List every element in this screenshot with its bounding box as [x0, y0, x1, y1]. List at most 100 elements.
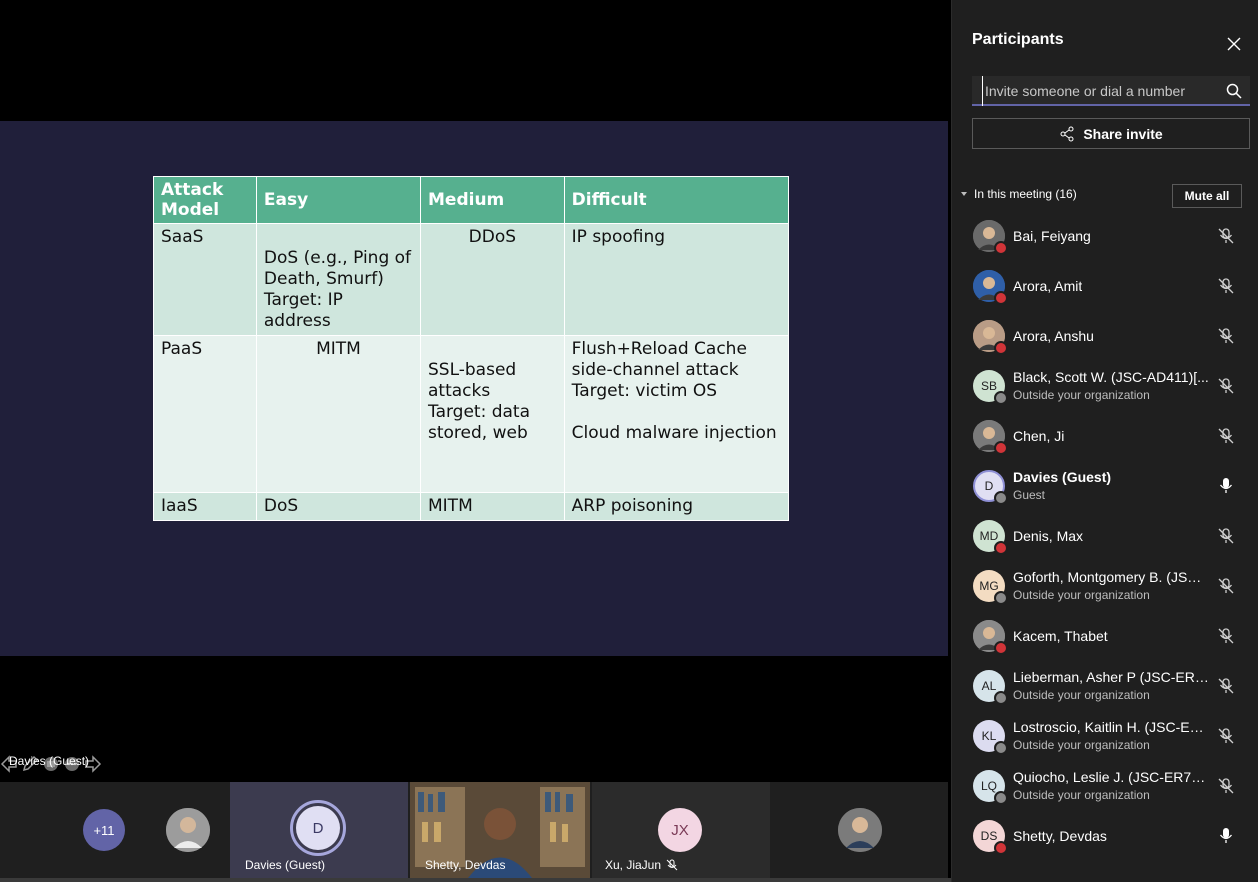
presenter-label: Davies (Guest): [9, 754, 90, 768]
participant-row[interactable]: DS Shetty, Devdas: [952, 811, 1258, 861]
person-photo-icon: [166, 808, 210, 852]
invite-input[interactable]: [982, 76, 1217, 106]
presentation-slide: Attack Model Easy Medium Difficult SaaS …: [0, 121, 948, 773]
presence-status-icon: [994, 591, 1008, 605]
table-cell: IP spoofing: [563, 223, 790, 336]
table-cell: SSL-based attacks Target: data stored, w…: [420, 335, 565, 493]
table-cell: DDoS: [420, 223, 565, 336]
table-row-saas: SaaS DoS (e.g., Ping of Death, Smurf) Ta…: [153, 223, 790, 336]
avatar: JX: [658, 808, 702, 852]
avatar: D: [296, 806, 340, 850]
mic-off-icon[interactable]: [1217, 727, 1235, 745]
participant-name: Arora, Amit: [1013, 278, 1083, 294]
video-tile-davies[interactable]: D Davies (Guest): [230, 782, 408, 878]
presence-status-icon: [994, 491, 1008, 505]
presence-status-icon: [994, 391, 1008, 405]
participant-row[interactable]: SB Black, Scott W. (JSC-AD411)[... Outside…: [952, 361, 1258, 411]
participant-name: Bai, Feiyang: [1013, 228, 1091, 244]
panel-title: Participants: [972, 31, 1064, 48]
table-cell: IaaS: [153, 492, 257, 521]
participant-subtitle: Guest: [1013, 488, 1046, 502]
section-label: In this meeting (16): [974, 187, 1077, 201]
participant-name: Chen, Ji: [1013, 428, 1065, 444]
header-medium: Medium: [420, 176, 565, 224]
in-meeting-section-toggle[interactable]: In this meeting (16): [960, 187, 1077, 201]
mic-off-icon[interactable]: [1217, 677, 1235, 695]
tile-name: Davies (Guest): [245, 858, 326, 872]
table-cell: DoS: [255, 492, 422, 521]
header-easy: Easy: [255, 176, 422, 224]
presence-status-icon: [994, 441, 1008, 455]
participant-avatar[interactable]: [166, 808, 210, 852]
presence-status-icon: [994, 341, 1008, 355]
participants-panel: Participants Share invite In this meetin…: [951, 0, 1258, 882]
participant-row[interactable]: MD Denis, Max: [952, 511, 1258, 561]
chevron-down-icon: [961, 192, 967, 196]
mic-off-icon[interactable]: [1217, 777, 1235, 795]
presence-status-icon: [994, 641, 1008, 655]
participant-row[interactable]: KL Lostroscio, Kaitlin H. (JSC-ER7... Outs…: [952, 711, 1258, 761]
mic-off-icon[interactable]: [1217, 227, 1235, 245]
participant-row[interactable]: Arora, Amit: [952, 261, 1258, 311]
attack-model-table: Attack Model Easy Medium Difficult SaaS …: [153, 176, 790, 521]
participant-subtitle: Outside your organization: [1013, 688, 1150, 702]
mic-off-icon[interactable]: [1217, 377, 1235, 395]
participant-row[interactable]: LQ Quiocho, Leslie J. (JSC-ER711) Outside …: [952, 761, 1258, 811]
share-invite-button[interactable]: Share invite: [972, 118, 1250, 149]
presence-status-icon: [994, 241, 1008, 255]
participant-row[interactable]: AL Lieberman, Asher P (JSC-ER51... Outside…: [952, 661, 1258, 711]
participant-row[interactable]: Bai, Feiyang: [952, 211, 1258, 261]
participant-row[interactable]: Chen, Ji: [952, 411, 1258, 461]
presence-status-icon: [994, 541, 1008, 555]
active-speaker-ring: D: [290, 800, 346, 856]
shared-content-stage: Attack Model Easy Medium Difficult SaaS …: [0, 0, 948, 780]
table-cell: Flush+Reload Cache side-channel attack T…: [563, 335, 790, 493]
mute-all-button[interactable]: Mute all: [1172, 184, 1242, 208]
mic-off-icon[interactable]: [1217, 427, 1235, 445]
table-header-row: Attack Model Easy Medium Difficult: [153, 176, 790, 224]
video-tile-xu[interactable]: JX Xu, JiaJun: [592, 782, 770, 878]
mic-on-icon[interactable]: [1217, 477, 1235, 495]
mic-off-icon: [666, 859, 678, 871]
presence-status-icon: [994, 791, 1008, 805]
close-icon[interactable]: [1226, 36, 1242, 52]
presence-status-icon: [994, 691, 1008, 705]
overflow-count-badge[interactable]: +11: [83, 809, 125, 851]
participant-name: Lostroscio, Kaitlin H. (JSC-ER7...: [1013, 719, 1209, 735]
participant-name: Denis, Max: [1013, 528, 1084, 544]
mic-off-icon[interactable]: [1217, 577, 1235, 595]
table-cell: MITM: [255, 335, 422, 493]
participant-name: Quiocho, Leslie J. (JSC-ER711): [1013, 769, 1209, 785]
participant-subtitle: Outside your organization: [1013, 588, 1150, 602]
participant-avatar[interactable]: [838, 808, 882, 852]
table-row-iaas: IaaS DoS MITM ARP poisoning: [153, 492, 790, 521]
header-difficult: Difficult: [563, 176, 790, 224]
participant-row[interactable]: MG Goforth, Montgomery B. (JSC... Outside …: [952, 561, 1258, 611]
participant-name: Davies (Guest): [1013, 469, 1112, 485]
participant-row[interactable]: Arora, Anshu: [952, 311, 1258, 361]
mic-off-icon[interactable]: [1217, 277, 1235, 295]
participant-name: Shetty, Devdas: [1013, 828, 1107, 844]
participant-strip: +11 D Davies (Guest) Shetty, Devdas JX X…: [0, 782, 948, 878]
participant-name: Kacem, Thabet: [1013, 628, 1108, 644]
table-cell: DoS (e.g., Ping of Death, Smurf) Target:…: [255, 223, 422, 336]
table-row-paas: PaaS MITM SSL-based attacks Target: data…: [153, 335, 790, 493]
table-cell: ARP poisoning: [563, 492, 790, 521]
participant-subtitle: Outside your organization: [1013, 788, 1150, 802]
mic-on-icon[interactable]: [1217, 827, 1235, 845]
mic-off-icon[interactable]: [1217, 527, 1235, 545]
presence-status-icon: [994, 741, 1008, 755]
tile-name: Xu, JiaJun: [605, 858, 662, 872]
mic-off-icon[interactable]: [1217, 327, 1235, 345]
participant-row[interactable]: Kacem, Thabet: [952, 611, 1258, 661]
participant-row[interactable]: D Davies (Guest) Guest: [952, 461, 1258, 511]
video-tile-shetty[interactable]: Shetty, Devdas: [410, 782, 590, 878]
tile-name: Shetty, Devdas: [425, 858, 506, 872]
search-icon[interactable]: [1226, 83, 1242, 99]
participant-subtitle: Outside your organization: [1013, 388, 1150, 402]
participant-subtitle: Outside your organization: [1013, 738, 1150, 752]
participant-name: Arora, Anshu: [1013, 328, 1094, 344]
mic-off-icon[interactable]: [1217, 627, 1235, 645]
table-cell: SaaS: [153, 223, 257, 336]
share-invite-label: Share invite: [1083, 125, 1163, 142]
